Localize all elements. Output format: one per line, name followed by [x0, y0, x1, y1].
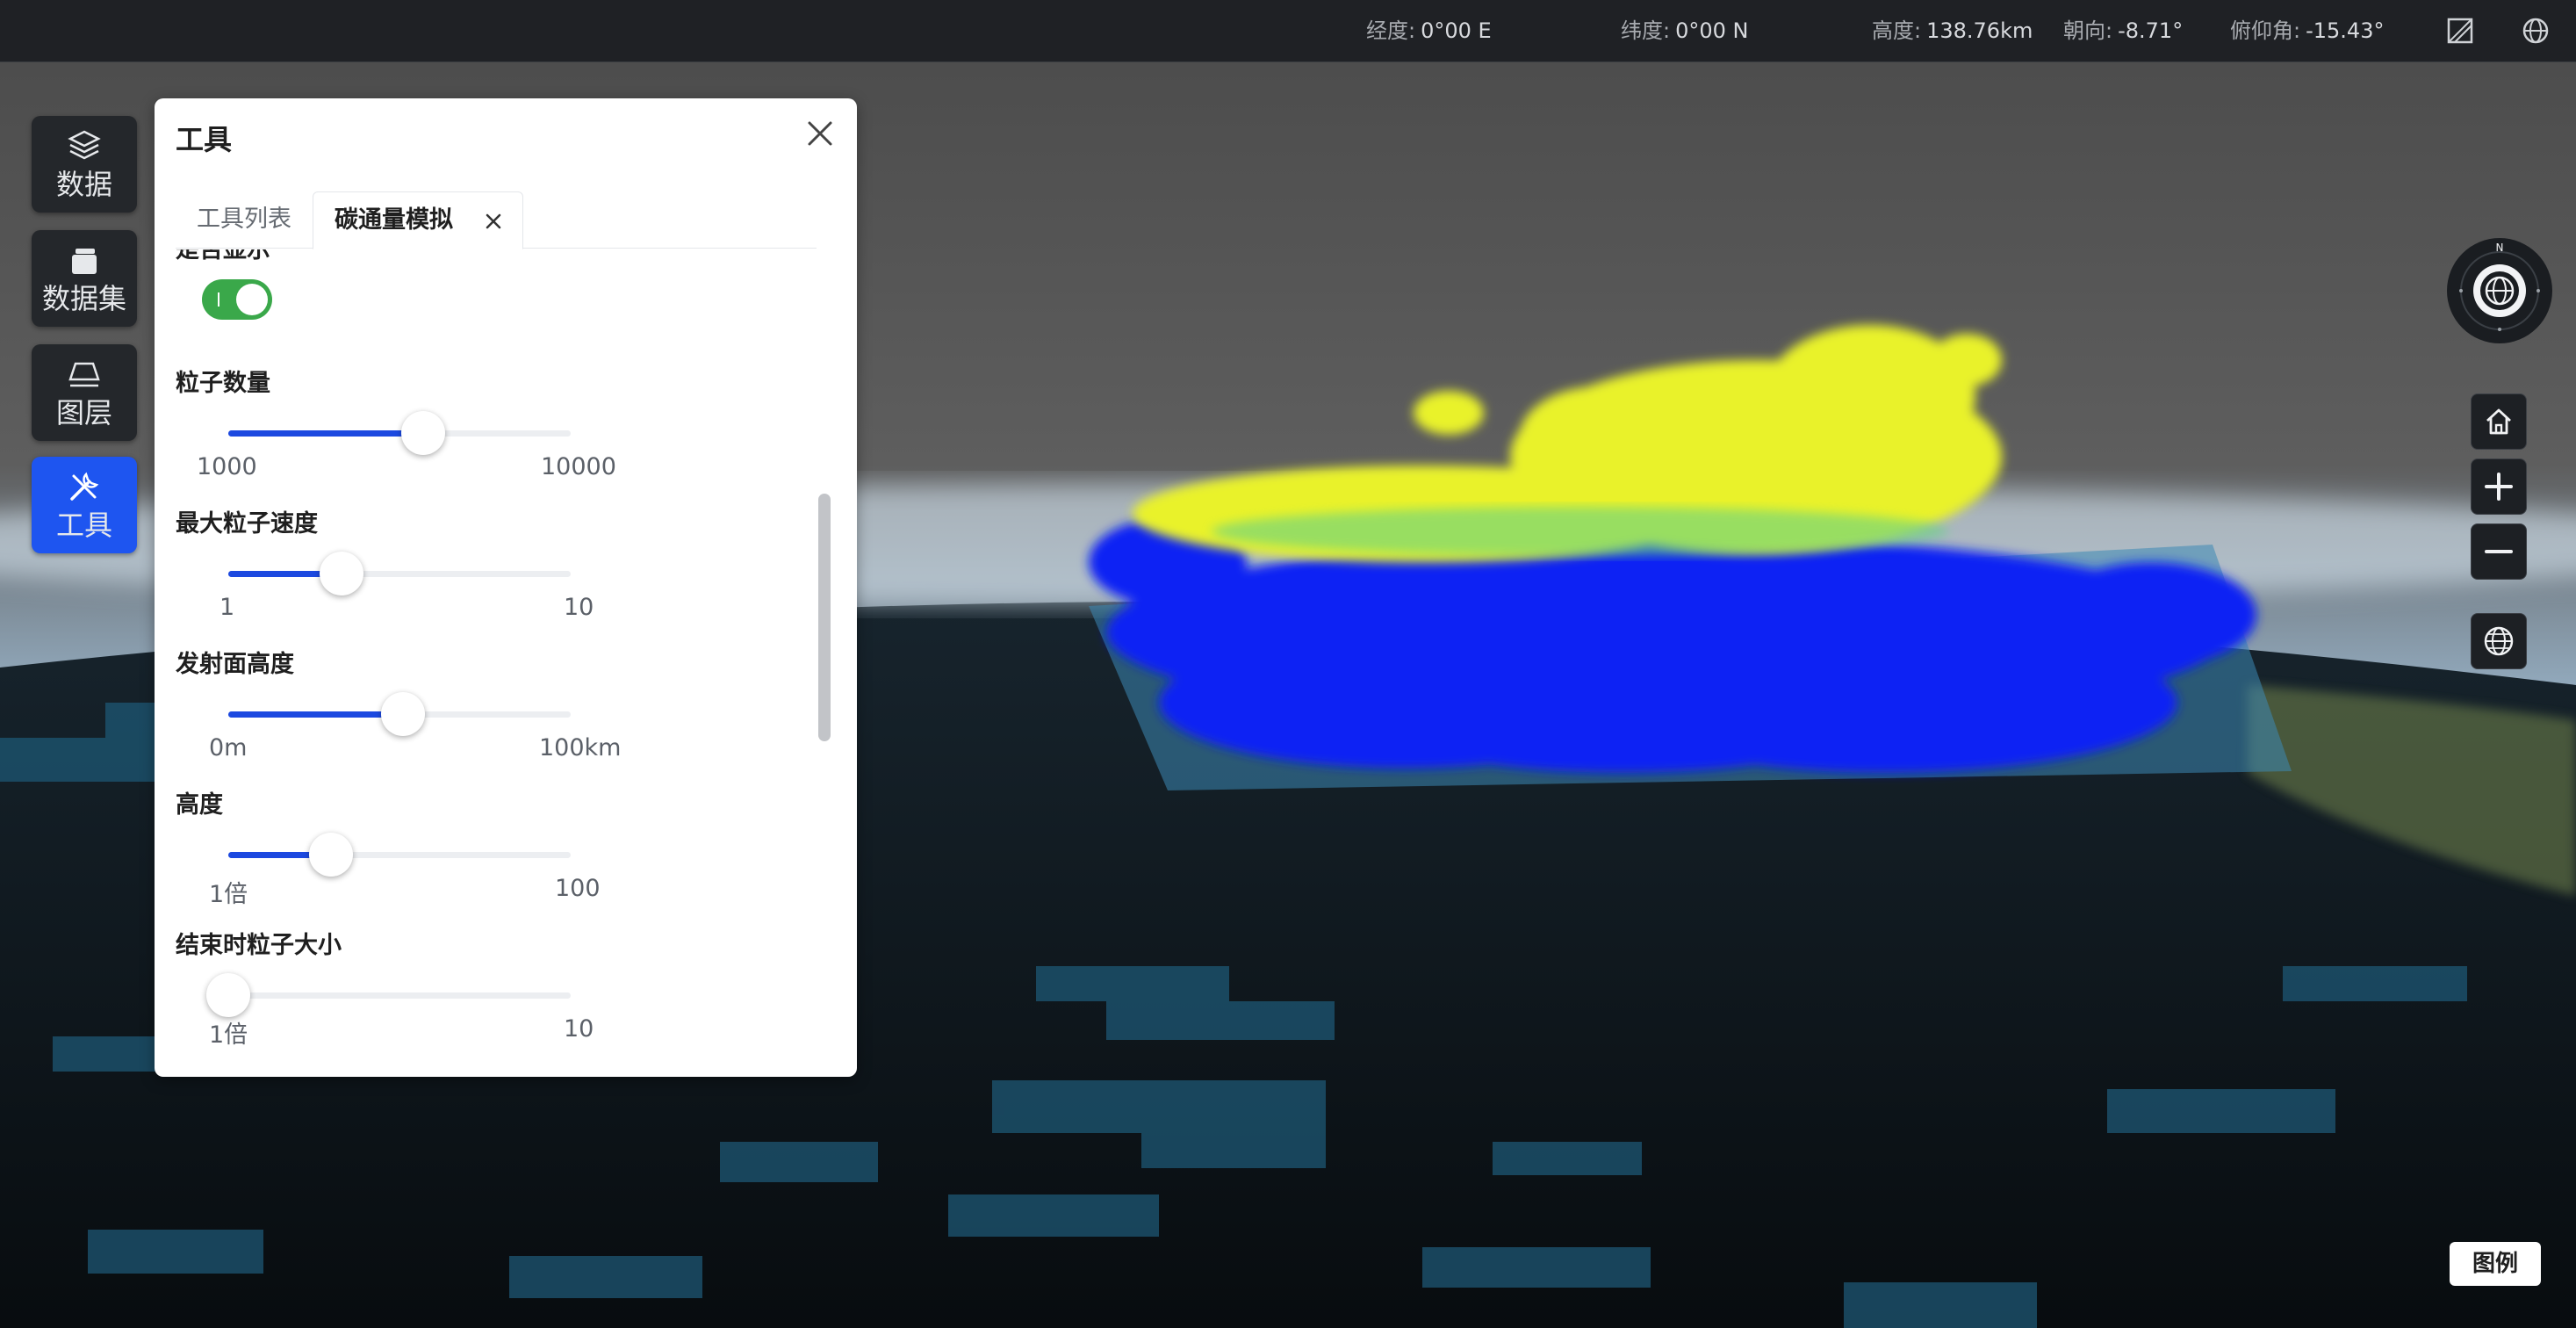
- zoom-in-icon: [2485, 473, 2513, 501]
- max-speed-label: 最大粒子速度: [176, 510, 318, 538]
- slider-min-label: 0m: [209, 734, 248, 761]
- panel-tabs: 工具列表 碳通量模拟: [176, 191, 817, 249]
- altitude-readout: 高度: 138.76km: [1872, 0, 2033, 61]
- compass-north-label: N: [2496, 242, 2504, 254]
- tab-carbon-flux-label: 碳通量模拟: [335, 206, 453, 234]
- toggle-knob: [236, 284, 268, 315]
- height-scale-slider[interactable]: [228, 833, 571, 877]
- show-toggle-label: 是否显示: [176, 249, 270, 263]
- globe-view-icon: [2484, 626, 2514, 656]
- tools-icon: [70, 472, 99, 501]
- home-button[interactable]: [2471, 393, 2527, 450]
- height-scale-label: 高度: [176, 791, 223, 819]
- slider-max-label: 100: [555, 875, 601, 902]
- panel-content: 是否显示 粒子数量 1000 10000 最大粒子速度 1 10 发射面高度 0…: [155, 249, 857, 1077]
- toggle-on-mark: [218, 292, 219, 307]
- slider-thumb[interactable]: [309, 833, 353, 877]
- tab-tool-list[interactable]: 工具列表: [197, 191, 291, 248]
- particle-count-slider[interactable]: [228, 411, 571, 455]
- slider-max-label: 100km: [539, 734, 622, 761]
- slider-max-label: 10: [564, 1015, 594, 1043]
- legend-button[interactable]: 图例: [2450, 1242, 2541, 1286]
- slider-min-label: 1: [219, 594, 235, 621]
- layer-plane-icon: [68, 362, 100, 387]
- show-toggle[interactable]: [202, 279, 272, 320]
- slider-thumb[interactable]: [206, 973, 250, 1017]
- tool-panel: 工具 工具列表 碳通量模拟 是否显示 粒子数量 1000 10000 最大粒子速…: [155, 98, 857, 1077]
- slider-min-label: 1倍: [209, 881, 248, 908]
- altitude-label: 高度:: [1872, 18, 1922, 43]
- emit-height-label: 发射面高度: [176, 651, 294, 678]
- slider-thumb[interactable]: [401, 411, 446, 455]
- nav-dataset-label: 数据集: [41, 282, 126, 315]
- compass-widget[interactable]: N: [2446, 237, 2553, 344]
- end-particle-size-slider[interactable]: [206, 973, 571, 1017]
- slider-fill: [228, 711, 403, 718]
- emit-height-slider[interactable]: [228, 692, 571, 736]
- slider-max-label: 10: [564, 594, 594, 621]
- nav-data-button[interactable]: 数据: [32, 116, 137, 213]
- nav-data-label: 数据: [55, 168, 112, 201]
- heading-value: -8.71°: [2118, 18, 2184, 43]
- slider-max-label: 10000: [541, 453, 616, 480]
- max-speed-slider[interactable]: [228, 552, 571, 595]
- longitude-value: 0°00 E: [1421, 18, 1492, 43]
- pitch-readout: 俯仰角: -15.43°: [2230, 0, 2384, 61]
- map-mode-icon[interactable]: [2446, 17, 2474, 45]
- home-icon: [2486, 408, 2511, 435]
- zoom-in-button[interactable]: [2471, 458, 2527, 515]
- slider-min-label: 1倍: [209, 1021, 248, 1049]
- latitude-label: 纬度:: [1621, 18, 1671, 43]
- slider-fill: [228, 430, 424, 437]
- tab-close-icon[interactable]: [484, 212, 503, 231]
- heading-label: 朝向:: [2063, 18, 2113, 43]
- heading-readout: 朝向: -8.71°: [2063, 0, 2183, 61]
- nav-dataset-button[interactable]: 数据集: [32, 230, 137, 327]
- slider-min-label: 1000: [197, 453, 257, 480]
- longitude-readout: 经度: 0°00 E: [1366, 0, 1492, 61]
- zoom-out-icon: [2485, 550, 2513, 553]
- longitude-label: 经度:: [1366, 18, 1416, 43]
- end-particle-size-label: 结束时粒子大小: [176, 932, 342, 959]
- latitude-readout: 纬度: 0°00 N: [1621, 0, 1748, 61]
- close-icon[interactable]: [802, 116, 838, 151]
- tab-carbon-flux[interactable]: 碳通量模拟: [313, 191, 523, 249]
- altitude-value: 138.76km: [1926, 18, 2033, 43]
- globe-view-button[interactable]: [2471, 613, 2527, 669]
- nav-tools-button[interactable]: 工具: [32, 457, 137, 553]
- globe-icon[interactable]: [2522, 17, 2550, 45]
- nav-layer-label: 图层: [55, 396, 112, 429]
- particle-count-label: 粒子数量: [176, 370, 270, 397]
- zoom-out-button[interactable]: [2471, 523, 2527, 580]
- panel-title: 工具: [176, 123, 233, 156]
- dataset-icon: [72, 249, 97, 274]
- nav-layer-button[interactable]: 图层: [32, 344, 137, 441]
- panel-scrollbar[interactable]: [818, 494, 831, 741]
- nav-tools-label: 工具: [55, 509, 112, 542]
- pitch-label: 俯仰角:: [2230, 18, 2301, 43]
- slider-thumb[interactable]: [319, 552, 363, 595]
- latitude-value: 0°00 N: [1675, 18, 1749, 43]
- status-bar: 经度: 0°00 E 纬度: 0°00 N 高度: 138.76km 朝向: -8.71…: [0, 0, 2576, 62]
- slider-thumb[interactable]: [380, 692, 425, 736]
- pitch-value: -15.43°: [2306, 18, 2385, 43]
- layers-icon: [68, 130, 101, 160]
